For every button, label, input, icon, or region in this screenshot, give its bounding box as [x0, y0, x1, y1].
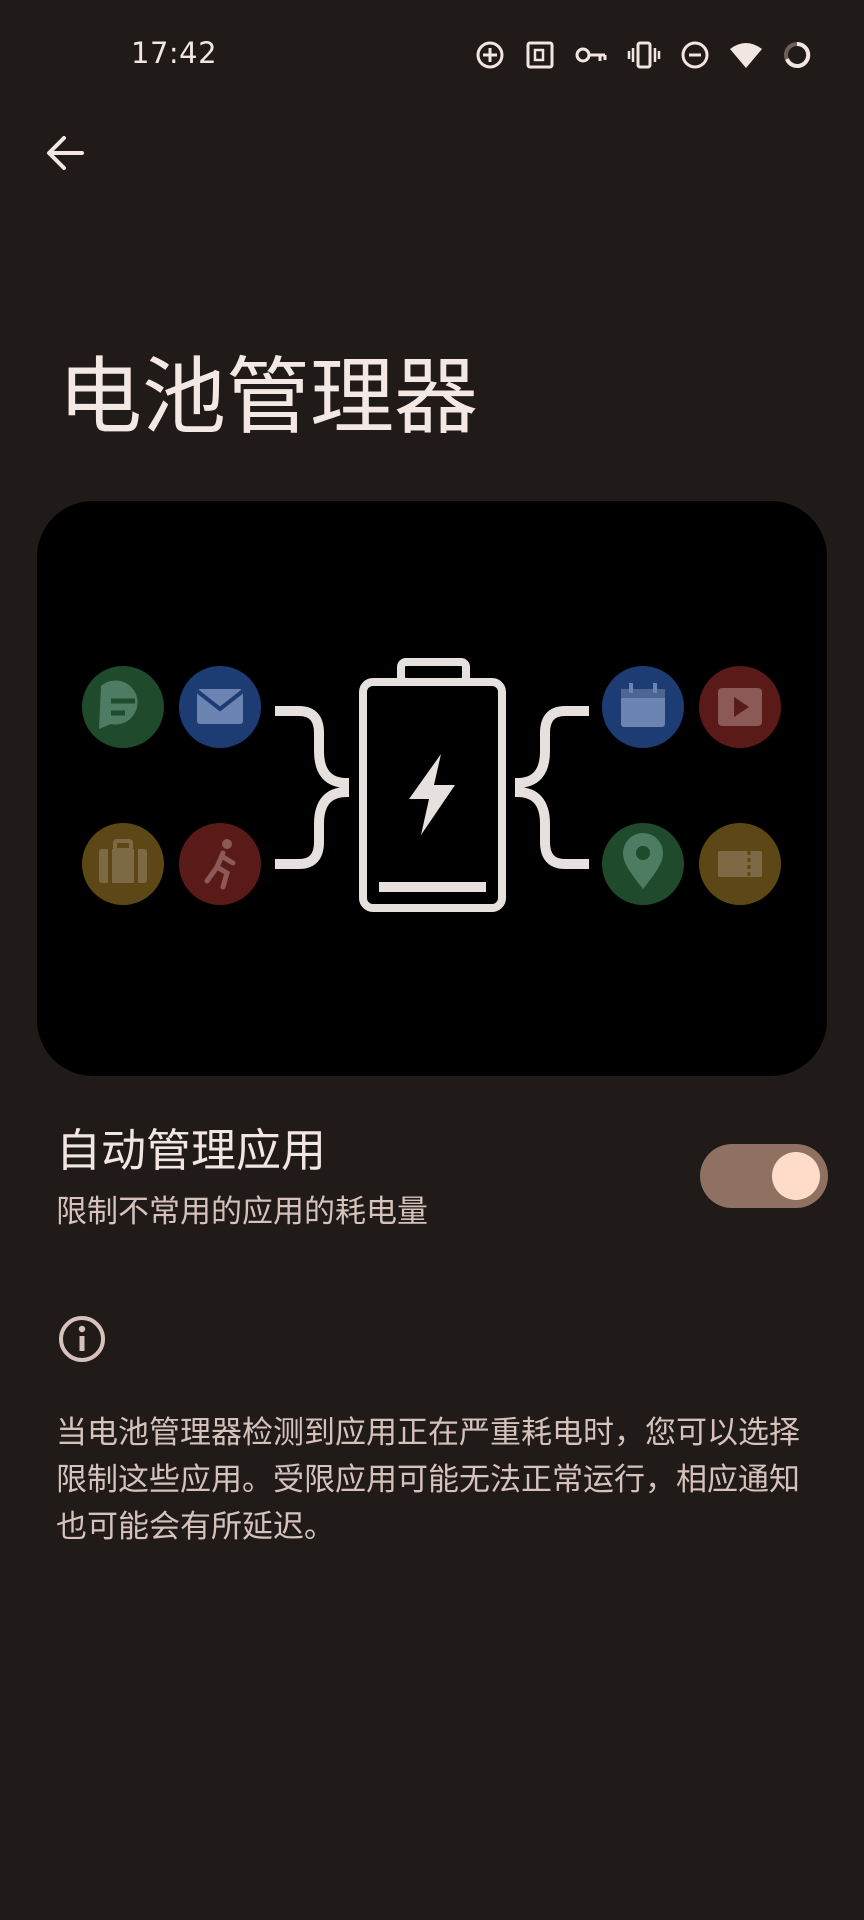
battery-ring-icon — [784, 41, 811, 68]
footer-description: 当电池管理器检测到应用正在严重耗电时，您可以选择限制这些应用。受限应用可能无法正… — [56, 1415, 800, 1545]
work-bag-icon — [82, 823, 164, 905]
battery-illustration — [37, 501, 827, 1076]
setting-summary: 限制不常用的应用的耗电量 — [56, 1194, 428, 1230]
video-icon — [699, 666, 781, 748]
fitness-icon — [179, 823, 261, 905]
setting-title: 自动管理应用 — [56, 1124, 327, 1177]
add-circle-icon — [476, 41, 504, 69]
arrow-back-icon — [47, 136, 84, 170]
status-bar: 17:42 — [0, 0, 864, 110]
ticket-icon — [699, 823, 781, 905]
battery-bolt-icon — [359, 658, 506, 912]
auto-manage-switch[interactable] — [700, 1144, 828, 1208]
maps-pin-icon — [602, 823, 684, 905]
mail-icon — [179, 666, 261, 748]
vpn-key-icon — [575, 47, 607, 63]
switch-thumb — [772, 1152, 820, 1200]
status-time: 17:42 — [131, 36, 218, 70]
nfc-frame-icon — [526, 41, 554, 69]
right-brace — [515, 706, 589, 869]
info-icon — [59, 1316, 105, 1362]
back-button[interactable] — [32, 120, 98, 186]
wifi-icon — [730, 43, 762, 68]
vibrate-icon — [627, 41, 661, 69]
status-icons — [474, 38, 812, 72]
messaging-icon — [82, 666, 164, 748]
left-brace — [275, 706, 349, 869]
calendar-icon — [602, 666, 684, 748]
page-title: 电池管理器 — [58, 348, 479, 446]
do-not-disturb-icon — [681, 41, 709, 69]
auto-manage-apps-row[interactable]: 自动管理应用 限制不常用的应用的耗电量 — [0, 1108, 864, 1248]
